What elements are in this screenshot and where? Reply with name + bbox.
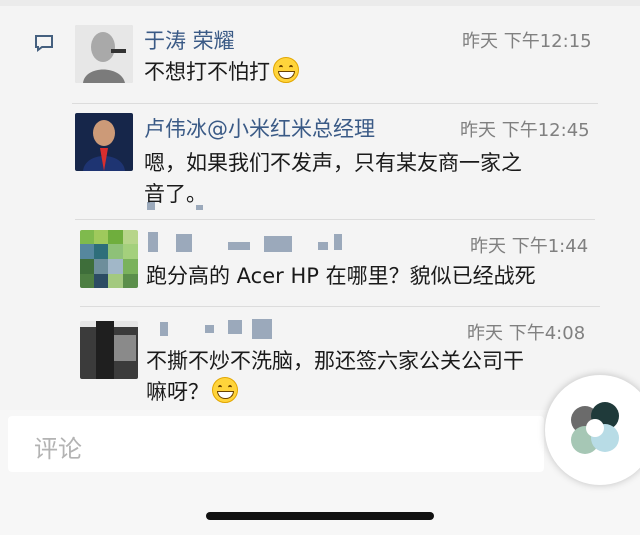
comment-text-line: 不撕不炒不洗脑，那还签六家公关公司干 [146, 349, 524, 373]
comment-item[interactable]: 于涛 荣耀 昨天 下午12:15 不想打不怕打 [0, 0, 640, 98]
comment-time: 昨天 下午1:44 [470, 236, 589, 257]
comment-text: 嗯，如果我们不发声，只有某友商一家之 音了。 [144, 148, 604, 210]
redacted-name [252, 319, 272, 339]
redacted-mark [196, 205, 203, 210]
commenter-name[interactable]: 于涛 荣耀 [144, 25, 235, 55]
home-indicator[interactable] [206, 512, 434, 520]
comment-time: 昨天 下午12:45 [460, 120, 590, 141]
comment-time: 昨天 下午4:08 [467, 323, 586, 344]
avatar[interactable] [80, 321, 138, 379]
app-shortcut-icon [571, 402, 619, 454]
redacted-mark [147, 202, 155, 210]
comment-text-line: 嘛呀？ [146, 380, 209, 404]
comment-text: 不撕不炒不洗脑，那还签六家公关公司干 嘛呀？ [146, 346, 606, 408]
comment-time: 昨天 下午12:15 [462, 31, 592, 52]
comment-item[interactable]: 昨天 下午1:44 跑分高的 Acer HP 在哪里？貌似已经战死 [0, 220, 640, 306]
avatar[interactable] [80, 230, 138, 288]
comment-text-line: 嗯，如果我们不发声，只有某友商一家之 [144, 151, 522, 175]
comment-text-line: 音了。 [144, 182, 207, 206]
grinning-face-emoji-icon [273, 57, 299, 83]
grinning-face-emoji-icon [212, 377, 238, 403]
comment-item[interactable]: 昨天 下午4:08 不撕不炒不洗脑，那还签六家公关公司干 嘛呀？ [0, 307, 640, 410]
redacted-name [318, 242, 328, 250]
comment-input[interactable]: 评论 [8, 416, 544, 472]
comment-list: 于涛 荣耀 昨天 下午12:15 不想打不怕打 卢伟冰@小米红米总经理 昨天 下… [0, 0, 640, 410]
comment-text-content: 不想打不怕打 [144, 60, 270, 84]
redacted-name [205, 325, 214, 333]
redacted-name [228, 320, 242, 334]
avatar[interactable] [75, 25, 133, 83]
redacted-name [176, 234, 192, 252]
redacted-name [160, 322, 168, 336]
avatar[interactable] [75, 113, 133, 171]
comment-text: 跑分高的 Acer HP 在哪里？貌似已经战死 [146, 264, 536, 288]
redacted-name [264, 236, 292, 252]
redacted-name [148, 232, 158, 252]
commenter-name[interactable]: 卢伟冰@小米红米总经理 [144, 113, 375, 143]
redacted-name [228, 242, 250, 250]
comment-text: 不想打不怕打 [144, 57, 584, 88]
redacted-name [334, 234, 342, 250]
comment-input-placeholder: 评论 [34, 435, 82, 463]
comment-item[interactable]: 卢伟冰@小米红米总经理 昨天 下午12:45 嗯，如果我们不发声，只有某友商一家… [0, 104, 640, 220]
